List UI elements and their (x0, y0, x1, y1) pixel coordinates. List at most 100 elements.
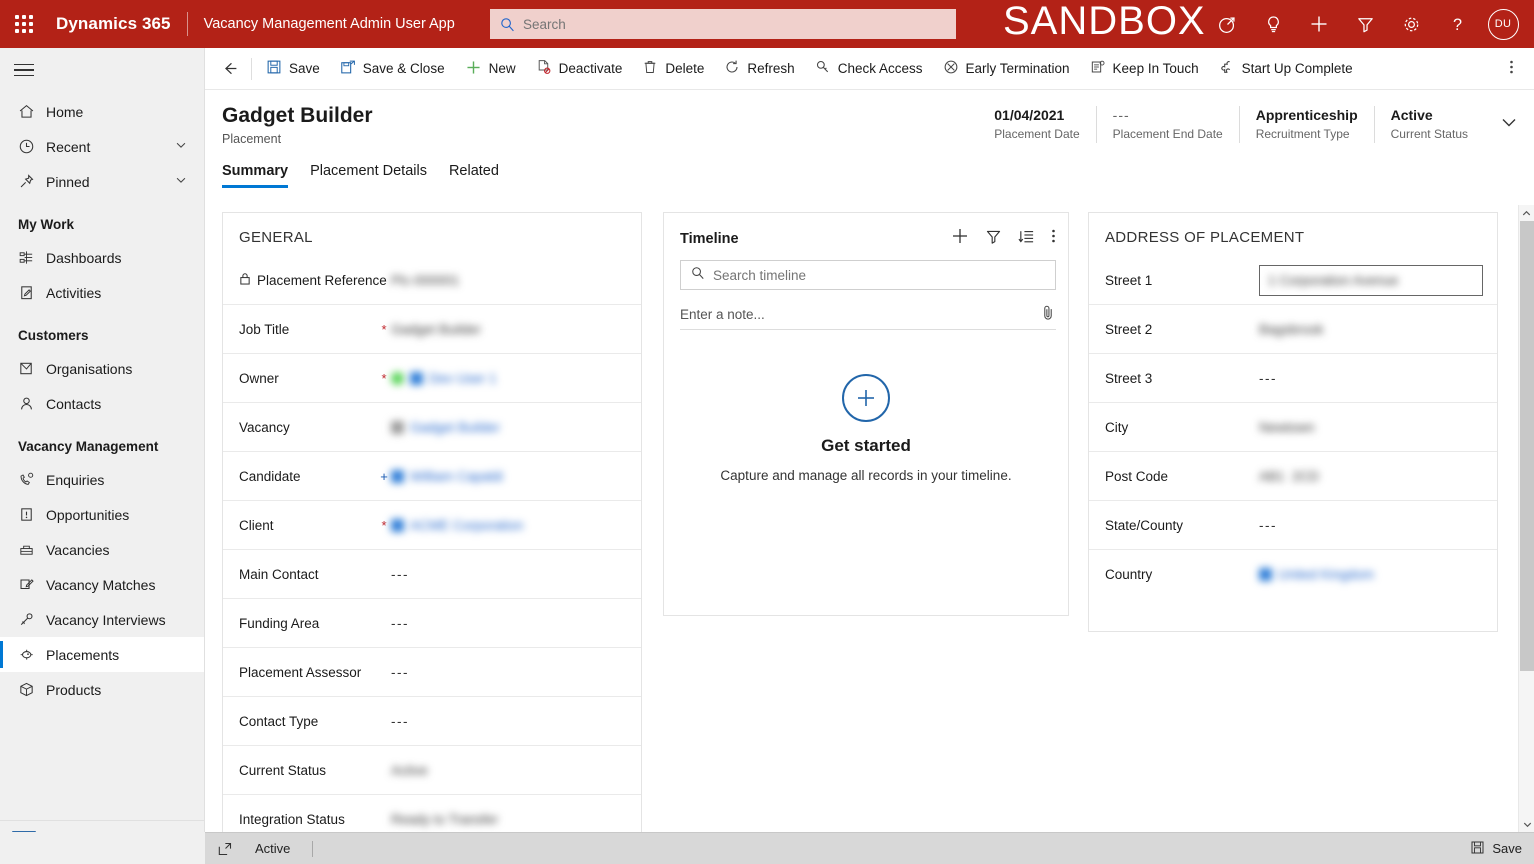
sidebar-item-opportunities[interactable]: Opportunities (0, 497, 204, 532)
app-launcher-button[interactable] (0, 0, 48, 48)
field-main-contact[interactable]: Main Contact --- (223, 550, 641, 599)
empty-state-caption: Capture and manage all records in your t… (720, 468, 1012, 483)
save-button[interactable]: Save (256, 48, 330, 90)
chevron-down-icon[interactable] (174, 173, 188, 190)
sidebar-item-placements[interactable]: Placements (0, 637, 204, 672)
back-arrow-icon[interactable] (213, 48, 247, 90)
assistant-icon[interactable] (1204, 0, 1250, 48)
lock-icon (239, 272, 251, 288)
field-owner[interactable]: Owner * Dev User 1 (223, 354, 641, 403)
field-street-1[interactable]: Street 1 1 Corporation Avenue (1089, 256, 1497, 305)
redacted-value: Ready to Transfer (391, 812, 499, 827)
redacted-value: William Capaldi (410, 468, 504, 484)
create-timeline-record-button[interactable] (951, 227, 969, 250)
filter-icon[interactable] (1342, 0, 1388, 48)
field-state-county[interactable]: State/County --- (1089, 501, 1497, 550)
keep-in-touch-button[interactable]: Keep In Touch (1080, 48, 1209, 90)
search-input[interactable] (523, 16, 903, 32)
check-access-button[interactable]: Check Access (805, 48, 933, 90)
sidebar-item-pinned[interactable]: Pinned (0, 164, 204, 199)
tab-placement-details[interactable]: Placement Details (310, 163, 427, 188)
sidebar-item-home[interactable]: Home (0, 94, 204, 129)
global-search[interactable] (490, 9, 956, 39)
header-field-placement-end-date[interactable]: --- Placement End Date (1095, 106, 1239, 143)
form-vertical-scrollbar[interactable] (1518, 205, 1534, 832)
field-funding-area[interactable]: Funding Area --- (223, 599, 641, 648)
sidebar-item-organisations[interactable]: Organisations (0, 351, 204, 386)
tab-summary[interactable]: Summary (222, 163, 289, 188)
field-city[interactable]: City Newtown (1089, 403, 1497, 452)
delete-button[interactable]: Delete (632, 48, 714, 90)
header-field-recruitment-type[interactable]: Apprenticeship Recruitment Type (1238, 106, 1374, 143)
quick-create-plus-icon[interactable] (1296, 0, 1342, 48)
command-overflow-button[interactable] (1499, 48, 1524, 90)
statusbar-save-button[interactable]: Save (1470, 840, 1522, 858)
nav-group-title-my-work: My Work (18, 217, 75, 232)
field-candidate[interactable]: Candidate + William Capaldi (223, 452, 641, 501)
sort-timeline-button[interactable] (1018, 228, 1035, 250)
field-placement-assessor[interactable]: Placement Assessor --- (223, 648, 641, 697)
sidebar-item-label: Opportunities (46, 506, 130, 523)
field-value: --- (1259, 370, 1277, 386)
field-contact-type[interactable]: Contact Type --- (223, 697, 641, 746)
field-current-status[interactable]: Current Status Active (223, 746, 641, 795)
lightbulb-icon[interactable] (1250, 0, 1296, 48)
timeline-search[interactable] (680, 260, 1056, 290)
street-1-input[interactable]: 1 Corporation Avenue (1259, 264, 1483, 296)
lookup-avatar-icon (391, 420, 404, 434)
timeline-more-commands-button[interactable] (1051, 227, 1056, 250)
early-termination-button[interactable]: Early Termination (933, 48, 1080, 90)
sidebar-item-enquiries[interactable]: Enquiries (0, 462, 204, 497)
deactivate-button[interactable]: Deactivate (526, 48, 633, 90)
activities-icon (18, 284, 46, 301)
sidebar-item-label: Products (46, 681, 102, 698)
paperclip-icon[interactable] (1040, 304, 1056, 326)
field-label: Integration Status (239, 812, 345, 827)
sidebar-item-recent[interactable]: Recent (0, 129, 204, 164)
sidebar-item-vacancy-matches[interactable]: Vacancy Matches (0, 567, 204, 602)
field-job-title[interactable]: Job Title * Gadget Builder (223, 305, 641, 354)
header-field-placement-date[interactable]: 01/04/2021 Placement Date (978, 106, 1095, 143)
field-country[interactable]: Country United Kingdom (1089, 550, 1497, 599)
chevron-down-icon[interactable] (174, 138, 188, 155)
help-icon[interactable]: ? (1434, 0, 1480, 48)
header-expand-button[interactable] (1484, 106, 1520, 143)
sidebar-item-label: Activities (46, 284, 102, 301)
scroll-down-button[interactable] (1519, 816, 1534, 832)
refresh-button[interactable]: Refresh (714, 48, 804, 90)
lookup-avatar-icon (1259, 568, 1272, 581)
plus-circle-icon[interactable] (842, 374, 890, 422)
user-avatar[interactable]: DU (1480, 0, 1526, 48)
save-and-close-button[interactable]: Save & Close (330, 48, 455, 90)
sidebar-item-activities[interactable]: Activities (0, 275, 204, 310)
save-close-icon (340, 59, 356, 78)
field-client[interactable]: Client * ACME Corporation (223, 501, 641, 550)
sidebar-item-dashboards[interactable]: Dashboards (0, 240, 204, 275)
start-up-complete-button[interactable]: Start Up Complete (1209, 48, 1363, 90)
scrollbar-thumb[interactable] (1520, 221, 1534, 671)
timeline-note-input-row[interactable]: Enter a note... (680, 300, 1056, 330)
scroll-up-button[interactable] (1519, 205, 1534, 221)
tab-related[interactable]: Related (449, 163, 499, 188)
statusbar-left-filler (0, 832, 205, 864)
header-field-current-status[interactable]: Active Current Status (1373, 106, 1484, 143)
field-placement-reference[interactable]: Placement Reference Plc-000001 (223, 256, 641, 305)
chevron-down-icon (1498, 111, 1520, 138)
timeline-empty-state: Get started Capture and manage all recor… (664, 374, 1068, 483)
field-street-3[interactable]: Street 3 --- (1089, 354, 1497, 403)
sidebar-item-vacancy-interviews[interactable]: Vacancy Interviews (0, 602, 204, 637)
popout-icon[interactable] (217, 841, 233, 857)
sidebar-item-contacts[interactable]: Contacts (0, 386, 204, 421)
field-integration-status[interactable]: Integration Status Ready to Transfer (223, 795, 641, 832)
sidebar-item-vacancies[interactable]: Vacancies (0, 532, 204, 567)
gear-icon[interactable] (1388, 0, 1434, 48)
new-button[interactable]: New (455, 48, 526, 90)
field-post-code[interactable]: Post Code AB1 2CD (1089, 452, 1497, 501)
timeline-search-input[interactable] (713, 267, 1013, 283)
field-street-2[interactable]: Street 2 Bagsbrook (1089, 305, 1497, 354)
nav-collapse-button[interactable] (0, 48, 204, 92)
filter-timeline-button[interactable] (985, 228, 1002, 250)
sidebar-item-products[interactable]: Products (0, 672, 204, 707)
field-vacancy[interactable]: Vacancy Gadget Builder (223, 403, 641, 452)
nav-items-container: Home Recent Pinned My Work Dashboards Ac… (0, 92, 204, 820)
